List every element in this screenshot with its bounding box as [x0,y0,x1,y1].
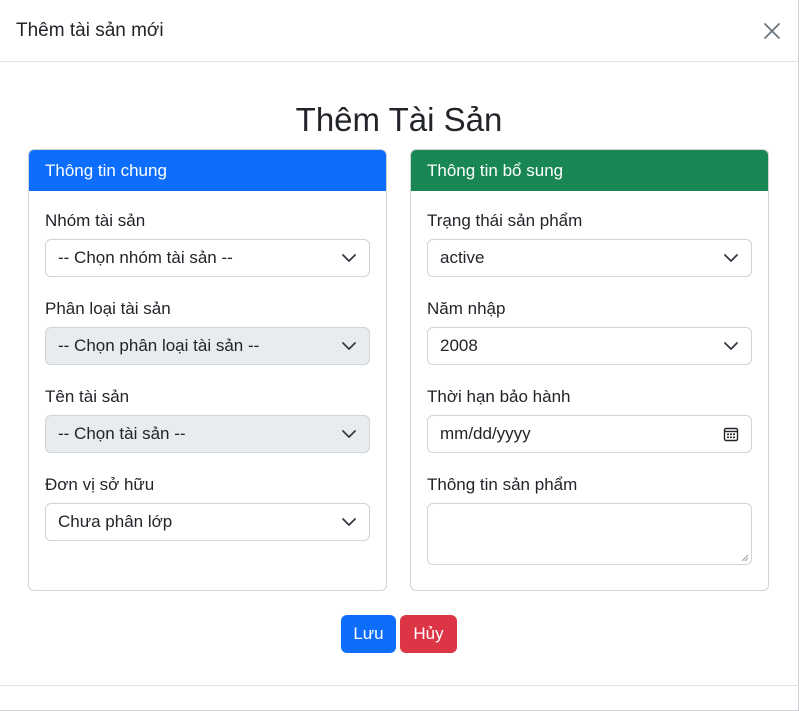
import-year-select[interactable]: 2008 [427,327,752,365]
form-actions: Lưu Hủy [0,615,798,653]
chevron-down-icon [342,342,356,350]
asset-name-value: -- Chọn tài sản -- [58,424,186,443]
save-button[interactable]: Lưu [341,615,396,653]
extra-info-card: Thông tin bổ sung Trạng thái sản phẩm ac… [410,149,769,591]
product-status-label: Trạng thái sản phẩm [427,211,583,230]
product-status-select[interactable]: active [427,239,752,277]
product-info-label: Thông tin sản phẩm [427,475,578,494]
cancel-button[interactable]: Hủy [400,615,457,653]
page-title: Thêm Tài Sản [295,101,503,138]
asset-name-label: Tên tài sản [45,387,130,406]
product-status-value: active [440,248,485,267]
warranty-field: Thời hạn bảo hành mm/dd/yyyy [427,383,752,453]
close-icon [764,22,780,39]
calendar-icon[interactable] [723,426,739,442]
modal-title: Thêm tài sản mới [16,19,164,41]
resize-grip-icon[interactable] [741,554,749,562]
import-year-label: Năm nhập [427,299,506,318]
import-year-value: 2008 [440,336,478,355]
close-button[interactable] [760,19,784,43]
asset-group-select[interactable]: -- Chọn nhóm tài sản -- [45,239,370,277]
owner-unit-select[interactable]: Chưa phân lớp [45,503,370,541]
modal-header: Thêm tài sản mới [0,0,798,62]
owner-unit-field: Đơn vị sở hữu Chưa phân lớp [45,471,370,541]
warranty-date-input[interactable]: mm/dd/yyyy [427,415,752,453]
general-info-body: Nhóm tài sản -- Chọn nhóm tài sản -- Phâ… [29,191,386,541]
chevron-down-icon [342,430,356,438]
product-info-field: Thông tin sản phẩm [427,471,752,565]
add-asset-modal: Thêm tài sản mới Thêm Tài Sản Thông tin … [0,0,799,711]
asset-group-value: -- Chọn nhóm tài sản -- [58,248,233,267]
asset-category-field: Phân loại tài sản -- Chọn phân loại tài … [45,295,370,365]
asset-category-label: Phân loại tài sản [45,299,171,318]
modal-footer-divider [0,685,799,686]
owner-unit-label: Đơn vị sở hữu [45,475,155,494]
product-info-textarea[interactable] [427,503,752,565]
asset-group-label: Nhóm tài sản [45,211,146,230]
form-cards: Thông tin chung Nhóm tài sản -- Chọn nhó… [28,149,769,591]
chevron-down-icon [724,342,738,350]
asset-name-field: Tên tài sản -- Chọn tài sản -- [45,383,370,453]
product-status-field: Trạng thái sản phẩm active [427,207,752,277]
import-year-field: Năm nhập 2008 [427,295,752,365]
warranty-label: Thời hạn bảo hành [427,387,571,406]
extra-info-header: Thông tin bổ sung [411,150,768,191]
extra-info-body: Trạng thái sản phẩm active Năm nhập 2008… [411,191,768,565]
asset-category-value: -- Chọn phân loại tài sản -- [58,336,260,355]
general-info-header: Thông tin chung [29,150,386,191]
owner-unit-value: Chưa phân lớp [58,512,173,531]
warranty-placeholder: mm/dd/yyyy [440,424,531,443]
asset-group-field: Nhóm tài sản -- Chọn nhóm tài sản -- [45,207,370,277]
asset-name-select[interactable]: -- Chọn tài sản -- [45,415,370,453]
asset-category-select[interactable]: -- Chọn phân loại tài sản -- [45,327,370,365]
chevron-down-icon [342,518,356,526]
chevron-down-icon [724,254,738,262]
chevron-down-icon [342,254,356,262]
general-info-card: Thông tin chung Nhóm tài sản -- Chọn nhó… [28,149,387,591]
